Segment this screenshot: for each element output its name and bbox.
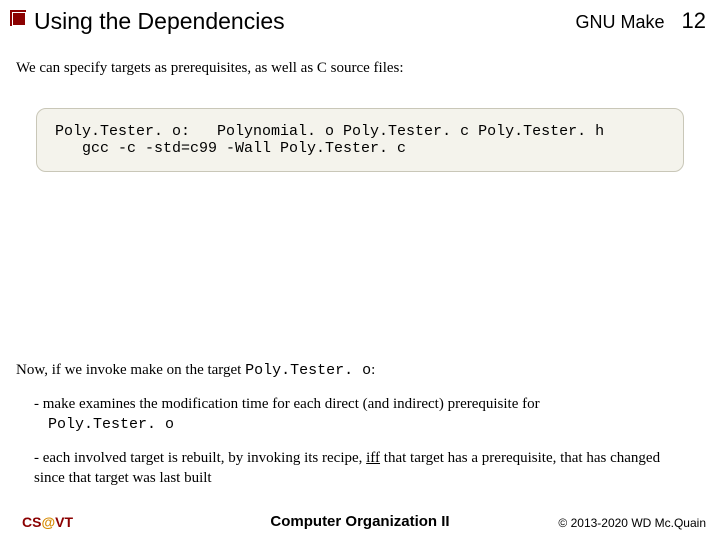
slide: Using the Dependencies GNU Make 12 We ca… bbox=[0, 0, 720, 540]
header-right: GNU Make 12 bbox=[575, 8, 706, 34]
bullet1-text: - make examines the modification time fo… bbox=[34, 396, 540, 412]
bullet-item-1: - make examines the modification time fo… bbox=[34, 394, 692, 436]
bullet2-prefix: - each involved target is rebuilt, by in… bbox=[34, 450, 366, 466]
footer-right: © 2013-2020 WD Mc.Quain bbox=[558, 516, 706, 530]
para2-suffix: : bbox=[371, 362, 375, 378]
code-block: Poly.Tester. o: Polynomial. o Poly.Teste… bbox=[36, 108, 684, 172]
title-bullet-icon bbox=[10, 10, 26, 26]
code-line-1: Poly.Tester. o: Polynomial. o Poly.Teste… bbox=[55, 123, 604, 140]
course-label: GNU Make bbox=[575, 12, 664, 32]
paragraph-invoke: Now, if we invoke make on the target Pol… bbox=[16, 362, 375, 379]
slide-title: Using the Dependencies bbox=[34, 8, 285, 35]
para2-mono: Poly.Tester. o bbox=[245, 362, 371, 379]
bullet2-iff: iff bbox=[366, 450, 380, 466]
bullet1-mono: Poly.Tester. o bbox=[48, 416, 174, 433]
intro-text: We can specify targets as prerequisites,… bbox=[16, 60, 404, 77]
code-line-2: gcc -c -std=c99 -Wall Poly.Tester. c bbox=[55, 140, 406, 157]
bullet-item-2: - each involved target is rebuilt, by in… bbox=[34, 448, 692, 489]
para2-prefix: Now, if we invoke make on the target bbox=[16, 362, 245, 378]
page-number: 12 bbox=[682, 8, 706, 33]
